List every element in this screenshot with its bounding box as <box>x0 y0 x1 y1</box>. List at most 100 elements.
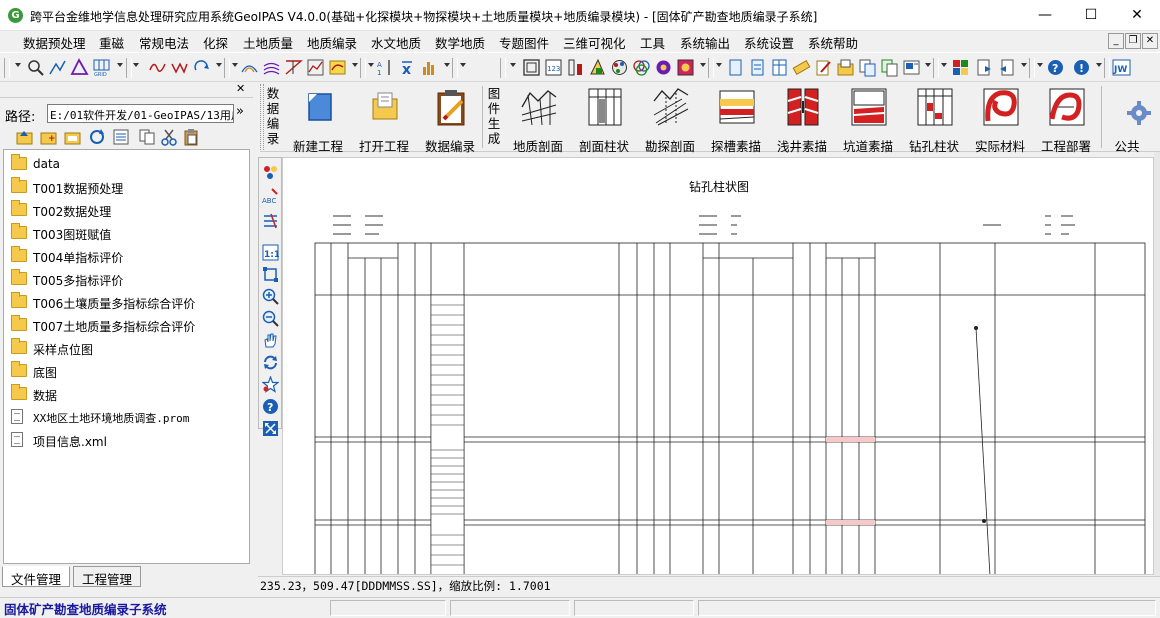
copy-doc-icon[interactable] <box>858 58 877 77</box>
copy-icon[interactable] <box>138 128 156 146</box>
help-icon[interactable]: ? <box>1046 58 1065 77</box>
refresh-icon[interactable] <box>88 128 106 146</box>
jw-logo-icon[interactable]: JW <box>1112 58 1131 77</box>
menu-math-geology[interactable]: 数学地质 <box>435 33 485 52</box>
shaft-sketch-button[interactable]: 浅井素描 <box>770 84 834 154</box>
new-project-button[interactable]: 新建工程 <box>286 84 350 154</box>
symbol-icon[interactable] <box>654 58 673 77</box>
tab-project-manager[interactable]: 工程管理 <box>73 566 142 587</box>
menu-help[interactable]: 系统帮助 <box>808 33 858 52</box>
map-icon[interactable] <box>328 58 347 77</box>
toolbar-dropdown-icon[interactable] <box>1037 63 1043 67</box>
grid-icon[interactable]: GRID <box>92 58 111 77</box>
table-icon[interactable] <box>770 58 789 77</box>
toolbar-dropdown-icon[interactable] <box>368 63 374 67</box>
menu-settings[interactable]: 系统设置 <box>744 33 794 52</box>
toolbar-dropdown-icon[interactable] <box>232 63 238 67</box>
page-list-icon[interactable] <box>748 58 767 77</box>
menu-thematic[interactable]: 专题图件 <box>499 33 549 52</box>
engineering-layout-button[interactable]: 工程部署 <box>1034 84 1098 154</box>
mdi-restore-button[interactable]: ❐ <box>1125 33 1141 49</box>
folder-up-icon[interactable] <box>16 128 34 146</box>
actual-size-icon[interactable]: 1:1 <box>262 244 279 261</box>
fit-extent-icon[interactable] <box>262 266 279 283</box>
toolbar-dropdown-icon[interactable] <box>1021 63 1027 67</box>
image-doc-icon[interactable] <box>902 58 921 77</box>
paste-icon[interactable] <box>182 128 200 146</box>
edit-doc-icon[interactable] <box>814 58 833 77</box>
page-icon[interactable] <box>726 58 745 77</box>
merge-doc-icon[interactable] <box>880 58 899 77</box>
pan-hand-icon[interactable] <box>262 332 279 349</box>
color-grid-icon[interactable] <box>951 58 970 77</box>
path-input[interactable]: E:/01软件开发/01-GeoIPAS/13用户 <box>47 104 234 123</box>
palette-icon[interactable] <box>610 58 629 77</box>
section-icon[interactable] <box>262 58 281 77</box>
column-icon[interactable] <box>566 58 585 77</box>
mean-icon[interactable]: x <box>398 58 417 77</box>
toolbar-dropdown-icon[interactable] <box>133 63 139 67</box>
toolbar-dropdown-icon[interactable] <box>925 63 931 67</box>
toolbar-dropdown-icon[interactable] <box>700 63 706 67</box>
histogram-icon[interactable] <box>420 58 439 77</box>
menu-geo-logging[interactable]: 地质编录 <box>307 33 357 52</box>
maximize-button[interactable]: ☐ <box>1068 0 1114 31</box>
help-icon[interactable]: ? <box>262 398 279 415</box>
minimize-button[interactable]: — <box>1022 0 1068 31</box>
mdi-close-button[interactable]: ✕ <box>1142 33 1158 49</box>
folder-list-icon[interactable] <box>64 128 82 146</box>
rotate-icon[interactable] <box>192 58 211 77</box>
trench-sketch-button[interactable]: 探槽素描 <box>704 84 768 154</box>
borehole-column-button[interactable]: 钻孔柱状 <box>902 84 966 154</box>
exploration-section-button[interactable]: 勘探剖面 <box>638 84 702 154</box>
menu-3d[interactable]: 三维可视化 <box>563 33 626 52</box>
select-color-icon[interactable] <box>262 164 279 181</box>
venn-icon[interactable] <box>632 58 651 77</box>
pattern-icon[interactable] <box>676 58 695 77</box>
menu-geochem[interactable]: 化探 <box>203 33 228 52</box>
toolbar-dropdown-icon[interactable] <box>352 63 358 67</box>
toolbar-dropdown-icon[interactable] <box>15 63 21 67</box>
import-icon[interactable] <box>997 58 1016 77</box>
ruler-icon[interactable] <box>792 58 811 77</box>
tab-file-manager[interactable]: 文件管理 <box>2 566 71 587</box>
layer-list-icon[interactable] <box>262 212 279 229</box>
toolbar-dropdown-icon[interactable] <box>941 63 947 67</box>
menu-tools[interactable]: 工具 <box>640 33 665 52</box>
sort-icon[interactable]: A1 <box>376 58 395 77</box>
curve-icon[interactable] <box>148 58 167 77</box>
profile-icon[interactable] <box>284 58 303 77</box>
drawing-canvas[interactable]: 钻孔柱状图 <box>282 157 1154 575</box>
triangle-icon[interactable] <box>70 58 89 77</box>
menu-land-quality[interactable]: 土地质量 <box>243 33 293 52</box>
menu-gravity-magnetic[interactable]: 重磁 <box>99 33 124 52</box>
zoom-search-icon[interactable] <box>26 58 45 77</box>
cut-icon[interactable] <box>160 128 178 146</box>
adit-sketch-button[interactable]: 坑道素描 <box>836 84 900 154</box>
wave-icon[interactable] <box>170 58 189 77</box>
new-folder-icon[interactable]: + <box>40 128 58 146</box>
toolbar-dropdown-icon[interactable] <box>460 63 466 67</box>
vertical-scrollbar[interactable] <box>1154 152 1160 576</box>
menu-hydro[interactable]: 水文地质 <box>371 33 421 52</box>
export-icon[interactable] <box>975 58 994 77</box>
contour-icon[interactable] <box>240 58 259 77</box>
path-more-button[interactable]: » <box>236 104 244 119</box>
toolbar-dropdown-icon[interactable] <box>510 63 516 67</box>
ribbon-grip[interactable] <box>260 84 264 150</box>
close-button[interactable]: ✕ <box>1114 0 1160 31</box>
folder-doc-icon[interactable] <box>836 58 855 77</box>
toolbar-dropdown-icon[interactable] <box>1096 63 1102 67</box>
geo-section-button[interactable]: 地质剖面 <box>506 84 570 154</box>
line-edit-icon[interactable] <box>48 58 67 77</box>
color-fill-icon[interactable] <box>588 58 607 77</box>
menu-output[interactable]: 系统输出 <box>680 33 730 52</box>
menu-electric[interactable]: 常规电法 <box>139 33 189 52</box>
full-extent-icon[interactable] <box>262 420 279 437</box>
toolbar-dropdown-icon[interactable] <box>216 63 222 67</box>
actual-material-button[interactable]: 实际材料 <box>968 84 1032 154</box>
text-abc-icon[interactable]: ABC <box>262 188 279 205</box>
data-logging-button[interactable]: 数据编录 <box>418 84 482 154</box>
mdi-minimize-button[interactable]: _ <box>1108 33 1124 49</box>
section-column-button[interactable]: 剖面柱状 <box>572 84 636 154</box>
